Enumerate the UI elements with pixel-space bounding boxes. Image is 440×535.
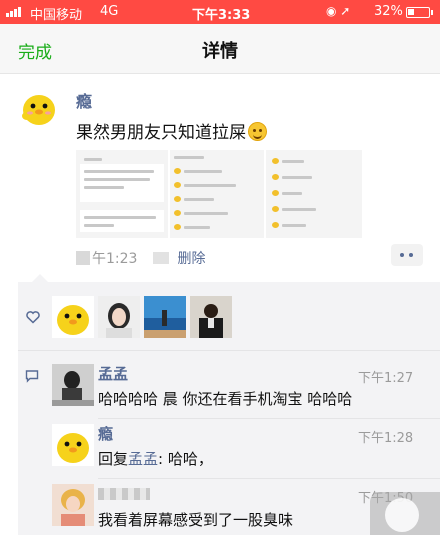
assistive-touch-button[interactable] <box>370 492 440 535</box>
blurred-date <box>76 251 90 265</box>
comment-avatar-1[interactable] <box>52 364 94 406</box>
comment-author-1[interactable]: 孟孟 <box>98 363 128 384</box>
reply-prefix: 回复 <box>98 450 129 468</box>
comment-author-2[interactable]: 瘾 <box>98 423 113 444</box>
post-meta: 午1:23 删除 <box>76 248 205 268</box>
like-avatar-duck[interactable] <box>52 296 94 338</box>
like-avatar-girl[interactable] <box>98 296 140 338</box>
comment-divider <box>98 478 440 479</box>
like-avatar-man[interactable] <box>190 296 232 338</box>
post-image-3[interactable] <box>266 150 362 238</box>
smile-emoji-icon <box>248 122 267 141</box>
battery-icon <box>406 7 433 18</box>
reply-to-name[interactable]: 孟孟 <box>128 450 158 468</box>
comment-avatar-2[interactable] <box>52 424 94 466</box>
comment-text-1: 哈哈哈哈 晨 你还在看手机淘宝 哈哈哈 <box>98 390 353 408</box>
nav-bar: 完成 详情 <box>0 24 440 74</box>
heart-icon <box>26 311 40 324</box>
status-bar: 中国移动 4G 下午3:33 ◉ ➚ 32% <box>0 0 440 24</box>
comment-text-3: 我看着屏幕感受到了一股臭味 <box>98 511 294 529</box>
reply-text: : 哈哈， <box>158 450 213 468</box>
post-image-2[interactable] <box>170 150 264 238</box>
post-text-content: 果然男朋友只知道拉屎 <box>76 123 246 143</box>
comment-icon <box>25 370 39 383</box>
post-text: 果然男朋友只知道拉屎 <box>76 118 267 143</box>
comment-divider <box>98 418 440 419</box>
post-time: 午1:23 <box>92 251 138 267</box>
network-type: 4G <box>100 4 119 19</box>
duck-avatar[interactable] <box>18 86 60 128</box>
comment-time-1: 下午1:27 <box>358 371 414 386</box>
comment-time-2: 下午1:28 <box>358 431 414 446</box>
blurred-comment-author <box>98 488 150 500</box>
page-title: 详情 <box>202 41 238 62</box>
status-time: 下午3:33 <box>192 8 251 23</box>
carrier-name: 中国移动 <box>30 8 83 23</box>
comment-text-2: 回复孟孟: 哈哈， <box>98 448 213 469</box>
panel-divider <box>18 350 440 351</box>
post-author-name[interactable]: 瘾 <box>76 88 92 112</box>
battery-percent: 32% <box>374 4 403 19</box>
more-options-button[interactable] <box>391 244 423 266</box>
signal-icon <box>6 7 21 17</box>
like-avatar-sea[interactable] <box>144 296 186 338</box>
post-image-1[interactable] <box>76 150 168 238</box>
comment-avatar-3[interactable] <box>52 484 94 526</box>
alarm-location-icons: ◉ ➚ <box>326 4 351 18</box>
delete-link[interactable]: 删除 <box>177 251 205 267</box>
blurred-location <box>153 252 170 264</box>
